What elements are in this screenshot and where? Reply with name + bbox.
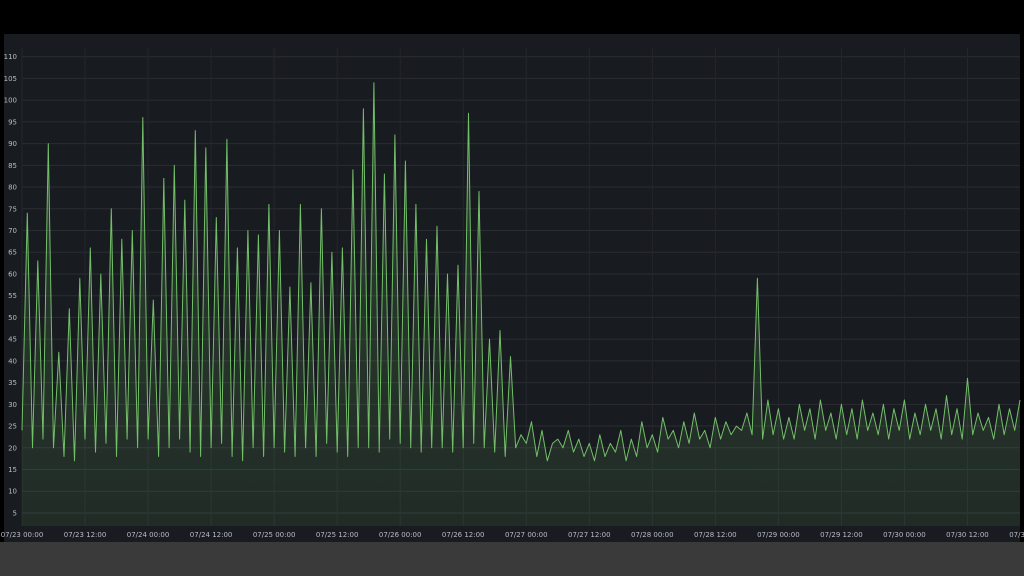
y-tick-label: 5 — [13, 509, 17, 517]
y-tick-label: 70 — [8, 227, 17, 235]
y-tick-label: 55 — [8, 292, 17, 300]
y-tick-label: 15 — [8, 466, 17, 474]
y-tick-label: 30 — [8, 401, 17, 409]
y-axis: 5 10 15 20 25 30 35 40 45 50 55 60 65 70 75 80 85 90 95 100… — [4, 53, 17, 517]
x-tick-label: 07/29 12:00 — [820, 531, 863, 539]
y-tick-label: 20 — [8, 444, 17, 452]
x-tick-label: 07/26 00:00 — [379, 531, 422, 539]
x-tick-label: 07/23 00:00 — [1, 531, 44, 539]
y-tick-label: 95 — [8, 118, 17, 126]
y-tick-label: 65 — [8, 249, 17, 257]
x-tick-label: 07/25 00:00 — [253, 531, 296, 539]
y-tick-label: 85 — [8, 162, 17, 170]
x-tick-label: 07/25 12:00 — [316, 531, 359, 539]
x-tick-label: 07/26 12:00 — [442, 531, 485, 539]
x-tick-label: 07/28 12:00 — [694, 531, 737, 539]
y-tick-label: 80 — [8, 184, 17, 192]
x-tick-label: 07/29 00:00 — [757, 531, 800, 539]
y-tick-label: 60 — [8, 270, 17, 278]
y-tick-label: 105 — [4, 75, 17, 83]
x-tick-label: 07/24 00:00 — [127, 531, 170, 539]
x-tick-label: 07/31 00:00 — [1009, 531, 1024, 539]
y-tick-label: 40 — [8, 357, 17, 365]
x-tick-label: 07/28 00:00 — [631, 531, 674, 539]
x-tick-label: 07/27 12:00 — [568, 531, 611, 539]
x-tick-label: 07/24 12:00 — [190, 531, 233, 539]
time-series-chart[interactable]: 5 10 15 20 25 30 35 40 45 50 55 60 65 70 75 80 85 90 95 100… — [0, 0, 1024, 576]
y-tick-label: 45 — [8, 336, 17, 344]
y-tick-label: 110 — [4, 53, 17, 61]
y-tick-label: 25 — [8, 423, 17, 431]
y-tick-label: 75 — [8, 205, 17, 213]
x-tick-label: 07/30 12:00 — [946, 531, 989, 539]
x-tick-label: 07/27 00:00 — [505, 531, 548, 539]
y-tick-label: 10 — [8, 488, 17, 496]
y-tick-label: 90 — [8, 140, 17, 148]
x-axis: 07/23 00:00 07/23 12:00 07/24 00:00 07/24 1… — [1, 531, 1024, 539]
y-tick-label: 35 — [8, 379, 17, 387]
y-tick-label: 100 — [4, 97, 17, 105]
x-tick-label: 07/30 00:00 — [883, 531, 926, 539]
dashboard-screen: 5 10 15 20 25 30 35 40 45 50 55 60 65 70 75 80 85 90 95 100… — [0, 0, 1024, 576]
x-tick-label: 07/23 12:00 — [64, 531, 107, 539]
y-tick-label: 50 — [8, 314, 17, 322]
